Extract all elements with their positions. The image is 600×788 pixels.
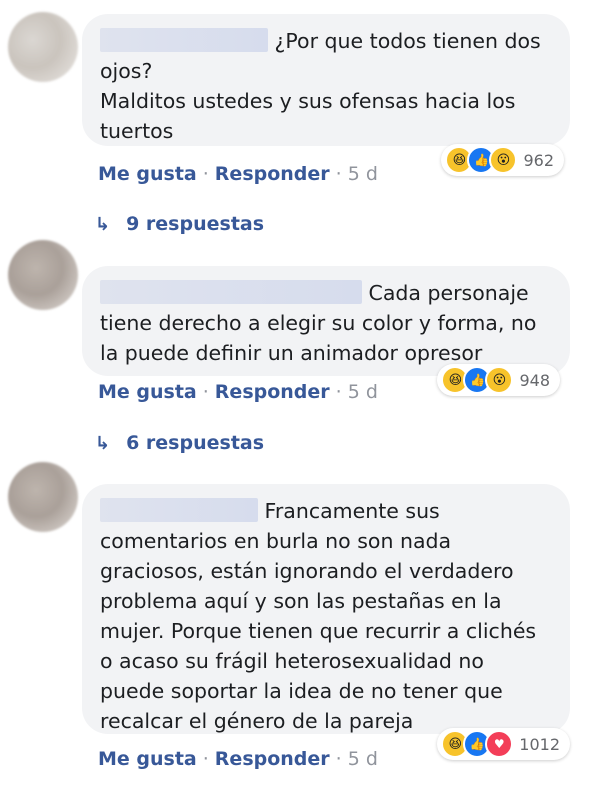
- like-link[interactable]: Me gusta: [98, 163, 197, 185]
- avatar[interactable]: [8, 240, 78, 310]
- timestamp[interactable]: 5 d: [348, 748, 378, 770]
- like-link[interactable]: Me gusta: [98, 748, 197, 770]
- reaction-count: 948: [519, 370, 550, 390]
- comment-actions: Me gusta · Responder · 5 d: [98, 163, 378, 185]
- comment-text: Francamente sus comentarios en burla no …: [100, 498, 537, 733]
- comment-text: ¿Por que todos tienen dos ojos? Malditos…: [100, 28, 541, 143]
- reply-link[interactable]: Responder: [215, 381, 330, 403]
- timestamp[interactable]: 5 d: [348, 381, 378, 403]
- separator: ·: [202, 381, 209, 403]
- avatar[interactable]: [8, 462, 78, 532]
- wow-reaction-icon: 😮: [489, 146, 518, 174]
- reaction-count: 1012: [519, 734, 560, 754]
- reaction-summary[interactable]: 😆 👍 ♥ 1012: [437, 728, 570, 760]
- love-reaction-icon: ♥: [485, 730, 514, 758]
- separator: ·: [202, 748, 209, 770]
- comment-actions: Me gusta · Responder · 5 d: [98, 748, 378, 770]
- reaction-summary[interactable]: 😆 👍 😮 962: [441, 144, 564, 176]
- comment-bubble: Cada personaje tiene derecho a elegir su…: [82, 266, 570, 396]
- view-replies-link[interactable]: ↳ 9 respuestas: [95, 213, 264, 235]
- view-replies-link[interactable]: ↳ 6 respuestas: [95, 432, 264, 454]
- comment-actions: Me gusta · Responder · 5 d: [98, 381, 378, 403]
- comment-text: Cada personaje tiene derecho a elegir su…: [100, 280, 537, 365]
- separator: ·: [335, 163, 342, 185]
- replies-count-label: 6 respuestas: [126, 432, 265, 454]
- reply-link[interactable]: Responder: [215, 748, 330, 770]
- comment-bubble: Francamente sus comentarios en burla no …: [82, 484, 570, 760]
- reply-link[interactable]: Responder: [215, 163, 330, 185]
- separator: ·: [335, 748, 342, 770]
- reply-arrow-icon: ↳: [95, 213, 111, 235]
- comment-bubble: ¿Por que todos tienen dos ojos? Malditos…: [82, 14, 570, 176]
- avatar[interactable]: [8, 12, 78, 82]
- reply-arrow-icon: ↳: [95, 432, 111, 454]
- replies-count-label: 9 respuestas: [126, 213, 265, 235]
- reaction-summary[interactable]: 😆 👍 😮 948: [437, 364, 560, 396]
- redacted-author-name[interactable]: [100, 28, 268, 52]
- like-link[interactable]: Me gusta: [98, 381, 197, 403]
- separator: ·: [202, 163, 209, 185]
- redacted-author-name[interactable]: [100, 498, 258, 522]
- separator: ·: [335, 381, 342, 403]
- redacted-author-name[interactable]: [100, 280, 362, 304]
- timestamp[interactable]: 5 d: [348, 163, 378, 185]
- reaction-count: 962: [523, 150, 554, 170]
- wow-reaction-icon: 😮: [485, 366, 514, 394]
